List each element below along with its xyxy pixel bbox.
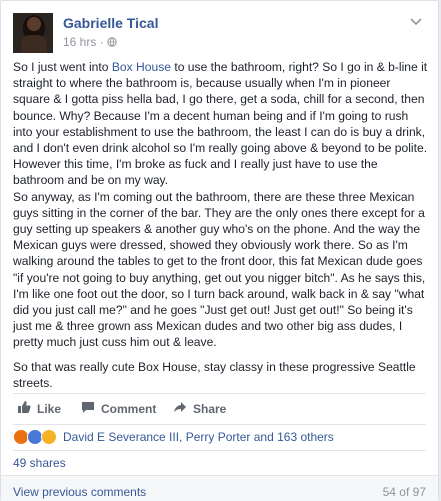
reactions-summary[interactable]: David E Severance III, Perry Porter and … [13, 428, 334, 446]
divider [1, 475, 438, 476]
thumbs-up-icon [17, 400, 31, 417]
divider [13, 424, 426, 425]
post-header: Gabrielle Tical 16 hrs · [13, 13, 426, 53]
like-button[interactable]: Like [17, 400, 61, 417]
view-previous-comments-link[interactable]: View previous comments [13, 485, 146, 499]
post-body: So I just went into Box House to use the… [13, 59, 428, 399]
box-house-link[interactable]: Box House [112, 60, 171, 74]
comments-count: 54 of 97 [382, 485, 426, 499]
chevron-down-icon[interactable] [410, 17, 426, 29]
post-paragraph: So that was really cute Box House, stay … [13, 359, 420, 390]
share-icon [173, 400, 187, 417]
post-card: Gabrielle Tical 16 hrs · So I just went … [0, 0, 439, 501]
post-paragraph: So I just went into Box House to use the… [13, 60, 428, 350]
wow-react-icon [41, 429, 57, 445]
globe-icon [107, 35, 117, 49]
author-name[interactable]: Gabrielle Tical [63, 15, 158, 31]
share-button[interactable]: Share [173, 400, 226, 417]
comment-icon [81, 400, 95, 417]
timestamp[interactable]: 16 hrs [63, 35, 96, 49]
post-meta: 16 hrs · [63, 35, 117, 49]
avatar[interactable] [13, 13, 53, 53]
action-bar: Like Comment Share [13, 396, 428, 422]
divider [13, 393, 426, 394]
divider [13, 450, 426, 451]
shares-count[interactable]: 49 shares [13, 456, 66, 470]
reactions-names[interactable]: David E Severance III, Perry Porter and … [63, 430, 334, 444]
comment-button[interactable]: Comment [81, 400, 156, 417]
